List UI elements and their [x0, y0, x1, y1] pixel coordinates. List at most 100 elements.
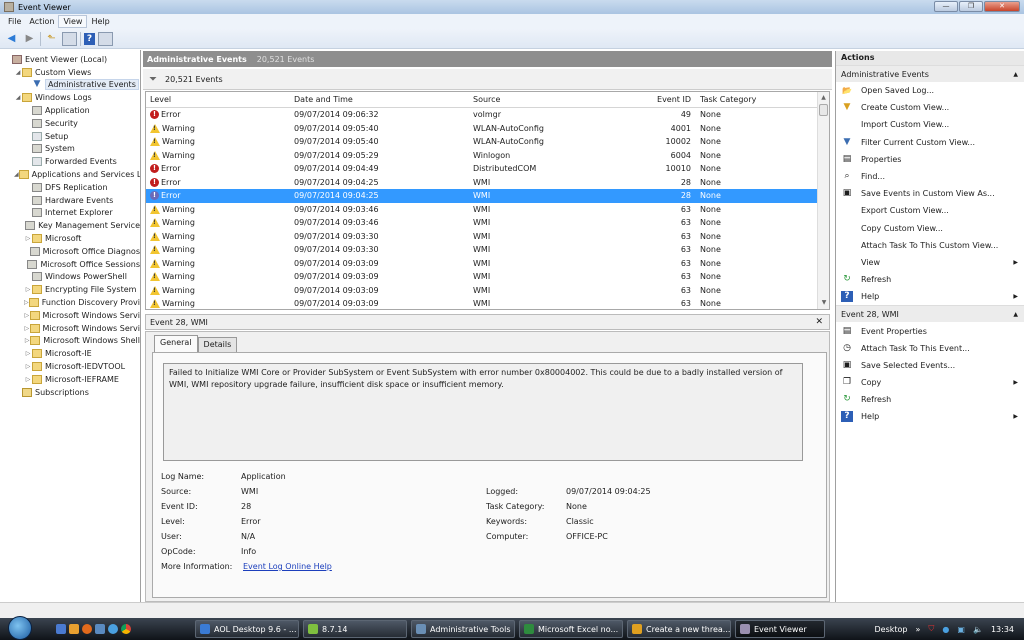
event-row[interactable]: ! Warning 09/07/2014 09:05:40 WLAN-AutoConf… — [146, 135, 829, 149]
tree-item[interactable]: Internet Explorer — [0, 207, 140, 220]
tree-item[interactable]: Hardware Events — [0, 194, 140, 207]
tree-item[interactable]: ▷ Microsoft Windows Servi — [0, 309, 140, 322]
actions-group-event[interactable]: Event 28, WMI ▲ — [836, 305, 1024, 323]
tree-item[interactable]: ▷ Function Discovery Provi — [0, 296, 140, 309]
actions-group-administrative-events[interactable]: Administrative Events ▲ — [836, 65, 1024, 82]
event-row[interactable]: ! Warning 09/07/2014 09:03:09 WMI 63 None — [146, 284, 829, 298]
action-item[interactable]: ↻ Refresh — [836, 271, 1024, 288]
tree-item[interactable]: ▼ Administrative Events — [0, 79, 140, 92]
tree-item[interactable]: ▷ Microsoft — [0, 232, 140, 245]
expand-arrow-icon[interactable]: ▷ — [24, 286, 32, 293]
tree-item[interactable]: DFS Replication — [0, 181, 140, 194]
tree-item[interactable]: Event Viewer (Local) — [0, 53, 140, 66]
action-item[interactable]: ◷ Attach Task To This Event... — [836, 340, 1024, 357]
action-item[interactable]: ↻ Refresh — [836, 391, 1024, 408]
action-item[interactable]: ⌕ Find... — [836, 168, 1024, 185]
taskbar-button[interactable]: Administrative Tools — [411, 620, 515, 638]
event-row[interactable]: ! Error 09/07/2014 09:04:25 WMI 28 None — [146, 176, 829, 190]
action-item[interactable]: ? Help ▶ — [836, 288, 1024, 305]
tree-item[interactable]: Microsoft Office Sessions — [0, 258, 140, 271]
taskbar-button[interactable]: AOL Desktop 9.6 - ... — [195, 620, 299, 638]
help-icon[interactable]: ? — [84, 32, 95, 45]
event-row[interactable]: ! Warning 09/07/2014 09:03:46 WMI 63 None — [146, 216, 829, 230]
scroll-thumb[interactable] — [819, 104, 828, 116]
media-player-icon[interactable] — [69, 624, 79, 634]
event-row[interactable]: ! Error 09/07/2014 09:04:49 DistributedCOM 1… — [146, 162, 829, 176]
action-item[interactable]: Attach Task To This Custom View... — [836, 237, 1024, 254]
firefox-icon[interactable] — [82, 624, 92, 634]
desktop-toolbar-label[interactable]: Desktop — [875, 625, 908, 634]
collapse-caret-icon[interactable]: ▲ — [1013, 71, 1018, 78]
event-log-online-help-link[interactable]: Event Log Online Help — [243, 562, 332, 577]
event-row[interactable]: ! Warning 09/07/2014 09:05:40 WLAN-AutoConf… — [146, 122, 829, 136]
minimize-button[interactable]: — — [934, 1, 958, 12]
event-row[interactable]: ! Error 09/07/2014 09:04:25 WMI 28 None — [146, 189, 829, 203]
menu-help[interactable]: Help — [87, 16, 113, 27]
taskbar-button[interactable]: Microsoft Excel no... — [519, 620, 623, 638]
action-item[interactable]: ▼ Create Custom View... — [836, 99, 1024, 116]
column-header-source[interactable]: Source — [469, 95, 619, 104]
grid-vertical-scrollbar[interactable]: ▲ ▼ — [817, 92, 829, 309]
tab-details[interactable]: Details — [197, 337, 238, 352]
expand-arrow-icon[interactable]: ▷ — [24, 235, 32, 242]
action-item[interactable]: Import Custom View... — [836, 116, 1024, 133]
tree-item[interactable]: ◢ Windows Logs — [0, 91, 140, 104]
tree-item[interactable]: ◢ Custom Views — [0, 66, 140, 79]
close-detail-icon[interactable]: ✕ — [815, 317, 823, 327]
event-row[interactable]: ! Warning 09/07/2014 09:03:30 WMI 63 None — [146, 230, 829, 244]
show-desktop-icon[interactable] — [56, 624, 66, 634]
show-hide-console-tree-icon[interactable] — [62, 31, 77, 46]
action-item[interactable]: ▤ Event Properties — [836, 322, 1024, 339]
tree-item[interactable]: ▷ Microsoft-IEDVTOOL — [0, 360, 140, 373]
event-message[interactable]: Failed to Initialize WMI Core or Provide… — [163, 363, 803, 461]
event-row[interactable]: ! Warning 09/07/2014 09:03:30 WMI 63 None — [146, 243, 829, 257]
action-item[interactable]: View ▶ — [836, 254, 1024, 271]
action-item[interactable]: ▣ Save Events in Custom View As... — [836, 185, 1024, 202]
close-button[interactable]: ✕ — [984, 1, 1020, 12]
switch-windows-icon[interactable] — [95, 624, 105, 634]
column-header-level[interactable]: Level — [146, 95, 290, 104]
taskbar-button[interactable]: 8.7.14 — [303, 620, 407, 638]
expand-arrow-icon[interactable]: ▷ — [24, 363, 32, 370]
maximize-button[interactable]: ❐ — [959, 1, 983, 12]
action-item[interactable]: ▤ Properties — [836, 151, 1024, 168]
menu-action[interactable]: Action — [25, 16, 58, 27]
tree-item[interactable]: ▷ Microsoft Windows Shell — [0, 335, 140, 348]
toolbar-expand-icon[interactable]: » — [916, 625, 921, 634]
event-row[interactable]: ! Warning 09/07/2014 09:03:09 WMI 63 None — [146, 270, 829, 284]
expand-arrow-icon[interactable]: ▷ — [24, 350, 32, 357]
taskbar-button[interactable]: Event Viewer — [735, 620, 825, 638]
action-item[interactable]: ▣ Save Selected Events... — [836, 357, 1024, 374]
action-item[interactable]: ❐ Copy ▶ — [836, 374, 1024, 391]
tree-item[interactable]: ▷ Encrypting File System — [0, 283, 140, 296]
event-row[interactable]: ! Warning 09/07/2014 09:05:29 Winlogon 6004 N… — [146, 149, 829, 163]
start-button[interactable] — [8, 616, 32, 640]
column-header-event-id[interactable]: Event ID — [619, 95, 696, 104]
messenger-icon[interactable] — [108, 624, 118, 634]
action-item[interactable]: Copy Custom View... — [836, 220, 1024, 237]
tree-item[interactable]: ▷ Microsoft-IEFRAME — [0, 373, 140, 386]
tree-item[interactable]: Subscriptions — [0, 386, 140, 399]
scroll-down-arrow-icon[interactable]: ▼ — [818, 297, 829, 309]
expand-arrow-icon[interactable]: ▷ — [24, 376, 32, 383]
forward-arrow-icon[interactable]: ▶ — [22, 32, 37, 46]
event-row[interactable]: ! Warning 09/07/2014 09:03:09 WMI 63 None — [146, 297, 829, 309]
column-header-date[interactable]: Date and Time — [290, 95, 469, 104]
taskbar-button[interactable]: Create a new threa... — [627, 620, 731, 638]
chrome-icon[interactable] — [121, 624, 131, 634]
event-row[interactable]: ! Warning 09/07/2014 09:03:09 WMI 63 None — [146, 257, 829, 271]
tree-item[interactable]: ▷ Microsoft-IE — [0, 347, 140, 360]
tree-item[interactable]: ◢ Applications and Services Lo — [0, 168, 140, 181]
action-item[interactable]: ? Help ▶ — [836, 408, 1024, 425]
tree-item[interactable]: Application — [0, 104, 140, 117]
tree-item[interactable]: Windows PowerShell — [0, 271, 140, 284]
tree-item[interactable]: Microsoft Office Diagnos — [0, 245, 140, 258]
action-item[interactable]: ▼ Filter Current Custom View... — [836, 134, 1024, 151]
menu-view[interactable]: View — [58, 15, 88, 28]
volume-icon[interactable]: 🔈 — [973, 625, 983, 634]
event-row[interactable]: ! Warning 09/07/2014 09:03:46 WMI 63 None — [146, 203, 829, 217]
column-header-task-category[interactable]: Task Category — [696, 95, 806, 104]
back-arrow-icon[interactable]: ◀ — [4, 32, 19, 46]
expand-arrow-icon[interactable]: ◢ — [14, 69, 22, 76]
show-hide-action-pane-icon[interactable] — [98, 31, 113, 46]
